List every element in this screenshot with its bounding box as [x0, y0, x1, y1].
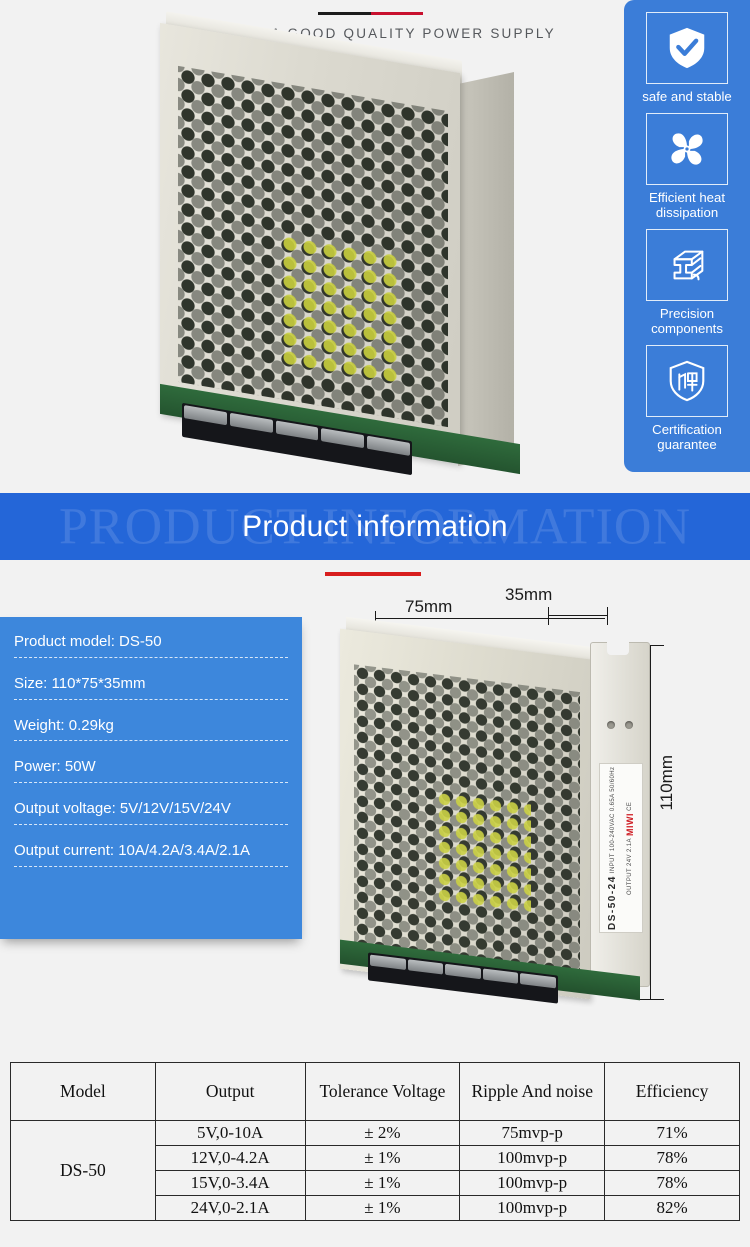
product-label-text: DS-50-24 INPUT 100-240VAC 0.65A 50/60Hz …: [603, 764, 639, 932]
th-ripple: Ripple And noise: [459, 1062, 606, 1121]
terminal-screw: [482, 968, 519, 984]
spec-output-voltage: Output voltage: 5V/12V/15V/24V: [14, 800, 288, 825]
th-output: Output: [154, 1062, 306, 1121]
cell-model: DS-50: [10, 1120, 156, 1221]
dimension-diagram: 35mm 75mm 110mm DS-50-24 INPUT 100-240VA…: [320, 585, 750, 1035]
dimension-label-width: 75mm: [405, 597, 453, 616]
spec-output-current: Output current: 10A/4.2A/3.4A/2.1A: [14, 842, 288, 867]
feature-item-certification-guarantee[interactable]: Certification guarantee: [624, 344, 750, 459]
feature-icon-box: [646, 344, 728, 417]
th-efficiency: Efficiency: [604, 1062, 740, 1121]
cell-efficiency: 82%: [604, 1195, 740, 1221]
feature-sidebar: safe and stable Efficient heat dissipati…: [624, 0, 750, 472]
label-brand: MIWI: [624, 812, 635, 836]
cell-output: 5V,0-10A: [154, 1120, 306, 1146]
feature-item-precision-components[interactable]: Precision components: [624, 228, 750, 343]
terminal-screw: [407, 959, 444, 975]
hero-accent-rule: [318, 12, 423, 15]
dimension-label-depth: 35mm: [505, 585, 553, 604]
product-spec-label: DS-50-24 INPUT 100-240VAC 0.65A 50/60Hz …: [599, 763, 643, 933]
label-model: DS-50-24: [606, 874, 618, 930]
bracket-notch: [607, 641, 629, 655]
vent-holes-yellow-core: [280, 232, 400, 384]
feature-icon-box: [646, 112, 728, 185]
steel-beam-icon: [673, 250, 704, 281]
cell-efficiency: 78%: [604, 1170, 740, 1196]
product-photo-dimensions: DS-50-24 INPUT 100-240VAC 0.65A 50/60Hz …: [340, 616, 670, 1005]
feature-icon-box: [646, 228, 728, 301]
cell-output: 12V,0-4.2A: [154, 1145, 306, 1171]
feature-label: Certification guarantee: [652, 421, 722, 453]
vent-holes-yellow-core: [436, 790, 531, 913]
cell-ripple: 100mvp-p: [459, 1145, 606, 1171]
label-certification: CE: [626, 801, 633, 811]
spec-weight: Weight: 0.29kg: [14, 717, 288, 742]
dimension-line-depth: [548, 615, 608, 617]
cell-efficiency: 78%: [604, 1145, 740, 1171]
feature-icon-box: [646, 12, 728, 84]
banner-title: Product information: [242, 509, 508, 543]
feature-item-efficient-heat-dissipation[interactable]: Efficient heat dissipation: [624, 112, 750, 227]
terminal-screw: [520, 973, 556, 989]
accent-rule-dark: [318, 12, 371, 15]
cell-tolerance: ± 1%: [304, 1145, 461, 1171]
cell-ripple: 100mvp-p: [459, 1195, 606, 1221]
specification-table-wrapper: Model Output Tolerance Voltage Ripple An…: [10, 1062, 740, 1221]
cell-efficiency: 71%: [604, 1120, 740, 1146]
feature-label: Precision components: [651, 305, 723, 337]
warranty-shield-icon: [669, 360, 705, 402]
banner-accent-rule: [325, 572, 421, 576]
hero-section: CHOOSE A GOOD QUALITY POWER SUPPLY safe …: [0, 0, 750, 480]
table-row: DS-50 5V,0-10A ± 2% 75mvp-p 71%: [10, 1120, 740, 1221]
feature-item-safe-and-stable[interactable]: safe and stable: [624, 12, 750, 111]
terminal-screw: [445, 963, 481, 980]
fan-icon: [671, 132, 703, 165]
shield-check-icon: [669, 27, 705, 69]
product-photo-hero: [140, 11, 580, 476]
cell-ripple: 100mvp-p: [459, 1170, 606, 1196]
specification-table: Model Output Tolerance Voltage Ripple An…: [10, 1062, 740, 1221]
mounting-bracket: DS-50-24 INPUT 100-240VAC 0.65A 50/60Hz …: [590, 641, 650, 987]
cell-output: 15V,0-3.4A: [154, 1170, 306, 1196]
bracket-hole: [607, 721, 615, 729]
bracket-hole: [625, 721, 633, 729]
product-information-banner: PRODUCT INFORMATION Product information: [0, 493, 750, 560]
specification-panel: Product model: DS-50 Size: 110*75*35mm W…: [0, 617, 302, 939]
label-output: OUTPUT 24V 2.1A: [626, 837, 633, 895]
terminal-screw: [370, 954, 406, 970]
label-input: INPUT 100-240VAC 0.65A 50/60Hz: [609, 766, 616, 873]
th-model: Model: [10, 1062, 156, 1121]
cell-ripple: 75mvp-p: [459, 1120, 606, 1146]
table-header-row: Model Output Tolerance Voltage Ripple An…: [10, 1062, 740, 1121]
th-tolerance: Tolerance Voltage: [304, 1062, 461, 1121]
feature-label: safe and stable: [642, 89, 732, 104]
feature-label: Efficient heat dissipation: [648, 189, 725, 221]
cell-output: 24V,0-2.1A: [154, 1195, 306, 1221]
accent-rule-red: [370, 12, 423, 15]
spec-size: Size: 110*75*35mm: [14, 675, 288, 700]
cell-tolerance: ± 1%: [304, 1170, 461, 1196]
spec-product-model: Product model: DS-50: [14, 633, 288, 658]
product-side-panel: [458, 72, 514, 466]
cell-tolerance: ± 2%: [304, 1120, 461, 1146]
cell-tolerance: ± 1%: [304, 1195, 461, 1221]
spec-power: Power: 50W: [14, 758, 288, 783]
